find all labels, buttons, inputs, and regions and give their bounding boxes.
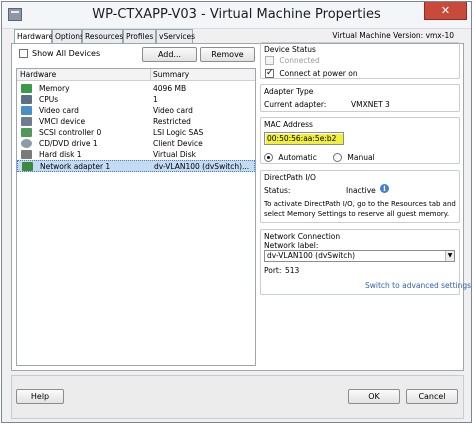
tab-options[interactable]: Options [52, 29, 84, 44]
vmci-device-icon [21, 117, 32, 126]
title-bar: WP-CTXAPP-V03 - Virtual Machine Properti… [2, 2, 471, 29]
directpath-description-line2: select Memory Settings to reserve all gu… [264, 210, 450, 218]
network-label-caption: Network label: [264, 241, 319, 250]
hard-disk-icon [21, 150, 32, 159]
help-button[interactable]: Help [16, 389, 64, 404]
manual-label: Manual [347, 152, 375, 162]
row-name: Memory [39, 84, 70, 93]
hardware-tab-panel: Show All Devices Add... Remove Hardware … [11, 42, 471, 371]
mac-address-value: 00:50:56:aa:5e:b2 [266, 134, 343, 144]
memory-icon [21, 84, 32, 93]
row-summary: Video card [153, 106, 193, 115]
directpath-description-line1: To activate DirectPath I/O, go to the Re… [264, 200, 456, 208]
row-summary: Virtual Disk [153, 150, 197, 159]
vm-properties-window: WP-CTXAPP-V03 - Virtual Machine Properti… [1, 1, 472, 423]
row-name: Network adapter 1 [40, 162, 111, 171]
automatic-label: Automatic [278, 152, 317, 162]
directpath-status-value: Inactive [346, 186, 376, 195]
show-all-devices-checkbox[interactable]: Show All Devices [19, 49, 100, 58]
tab-vservices[interactable]: vServices [156, 29, 195, 44]
show-all-devices-box[interactable] [19, 49, 28, 58]
row-name: Video card [39, 106, 79, 115]
connected-box[interactable] [265, 55, 274, 65]
directpath-title: DirectPath I/O [264, 173, 316, 182]
row-name: SCSI controller 0 [39, 128, 102, 137]
connected-checkbox[interactable]: Connected [265, 55, 320, 65]
remove-button[interactable]: Remove [200, 47, 255, 62]
table-row-selected[interactable]: Network adapter 1 dv-VLAN100 (dvSwitch).… [17, 160, 255, 172]
row-summary: 1 [153, 95, 158, 104]
switch-advanced-settings-link[interactable]: Switch to advanced settings [365, 281, 471, 290]
hardware-table-header: Hardware Summary [17, 69, 255, 81]
connect-at-power-on-checkbox[interactable]: Connect at power on [265, 67, 358, 79]
network-connection-group: Network Connection Network label: dv-VLA… [260, 229, 471, 295]
row-name: VMCI device [39, 117, 86, 126]
cancel-button[interactable]: Cancel [406, 389, 458, 404]
connect-at-power-on-label: Connect at power on [279, 68, 358, 78]
tab-profiles[interactable]: Profiles [123, 29, 156, 44]
chevron-down-icon[interactable]: ▼ [445, 251, 454, 261]
mac-address-title: MAC Address [264, 120, 313, 129]
row-summary: 4096 MB [153, 84, 187, 93]
row-name: Hard disk 1 [39, 150, 82, 159]
cpu-icon [21, 95, 32, 104]
connect-at-power-on-box[interactable] [265, 67, 274, 79]
network-label-dropdown[interactable]: dv-VLAN100 (dvSwitch) ▼ [264, 250, 455, 262]
port-label: Port: [264, 266, 282, 275]
row-summary: dv-VLAN100 (dvSwitch)... [154, 162, 250, 171]
device-status-title: Device Status [264, 45, 316, 54]
column-hardware[interactable]: Hardware [20, 70, 56, 79]
column-separator [150, 69, 151, 80]
manual-radio[interactable]: Manual [333, 152, 375, 162]
automatic-radio-dot[interactable] [264, 152, 273, 162]
row-summary: LSI Logic SAS [153, 128, 204, 137]
connected-label: Connected [279, 55, 320, 65]
mac-address-group: MAC Address 00:50:56:aa:5e:b2 Automatic … [260, 117, 460, 164]
info-icon[interactable]: i [380, 184, 389, 193]
directpath-status-label: Status: [264, 186, 291, 195]
network-label-value: dv-VLAN100 (dvSwitch) [267, 251, 356, 260]
add-button[interactable]: Add... [142, 47, 197, 62]
close-button[interactable]: ✕ [424, 2, 467, 20]
ok-button[interactable]: OK [348, 389, 400, 404]
device-status-group: Device Status Connected Connect at power… [260, 42, 460, 79]
video-card-icon [21, 106, 32, 115]
cd-dvd-icon [21, 139, 32, 148]
automatic-radio[interactable]: Automatic [264, 152, 317, 162]
adapter-type-group: Adapter Type Current adapter: VMXNET 3 [260, 84, 460, 112]
adapter-type-title: Adapter Type [264, 87, 314, 96]
row-name: CD/DVD drive 1 [39, 139, 98, 148]
current-adapter-value: VMXNET 3 [351, 100, 390, 109]
hardware-table: Hardware Summary Memory 4096 MB CPUs 1 V… [16, 68, 256, 366]
show-all-devices-label: Show All Devices [32, 49, 101, 58]
column-summary[interactable]: Summary [153, 70, 189, 79]
mac-address-field[interactable]: 00:50:56:aa:5e:b2 [264, 132, 344, 145]
row-summary: Client Device [153, 139, 203, 148]
scsi-controller-icon [21, 128, 32, 137]
vm-version-label: Virtual Machine Version: vmx-10 [332, 31, 454, 40]
manual-radio-dot[interactable] [333, 152, 342, 162]
network-adapter-icon [22, 162, 33, 171]
dialog-footer: Help OK Cancel [11, 375, 464, 419]
row-name: CPUs [39, 95, 59, 104]
port-value: 513 [285, 266, 300, 275]
tab-resources[interactable]: Resources [82, 29, 123, 44]
network-connection-title: Network Connection [264, 232, 341, 241]
current-adapter-label: Current adapter: [264, 100, 327, 109]
window-title: WP-CTXAPP-V03 - Virtual Machine Properti… [92, 7, 381, 22]
directpath-io-group: DirectPath I/O Status: Inactive i To act… [260, 170, 460, 223]
row-summary: Restricted [153, 117, 191, 126]
